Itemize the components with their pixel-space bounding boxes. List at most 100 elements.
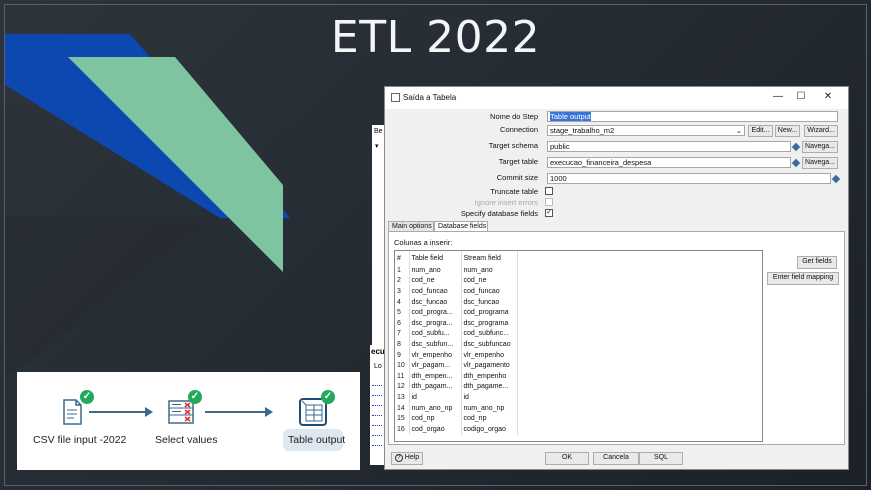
table-field-cell[interactable]: num_ano_np xyxy=(409,402,462,414)
stream-field-cell[interactable]: dth_empenho xyxy=(461,370,518,382)
transformation-flow: ✓ CSV file input -2022 ✓ Select values ✓… xyxy=(17,372,360,470)
target-table-value: execucao_financeira_despesa xyxy=(550,158,652,167)
ignore-errors-label: Ignore insert errors xyxy=(474,198,538,207)
browse-table-button[interactable]: Navega... xyxy=(802,157,838,169)
row-number: 11 xyxy=(395,370,410,382)
table-row[interactable]: 2 cod_ne cod_ne xyxy=(395,275,518,287)
stream-field-cell[interactable]: vlr_empenho xyxy=(461,349,518,361)
row-number: 1 xyxy=(395,265,410,276)
table-row[interactable]: 3 cod_funcao cod_funcao xyxy=(395,286,518,297)
table-field-cell[interactable]: vlr_empenho xyxy=(409,349,462,361)
table-row[interactable]: 1 num_ano num_ano xyxy=(395,265,518,276)
ok-button[interactable]: OK xyxy=(545,452,589,465)
stream-field-cell[interactable]: dsc_subfuncao xyxy=(461,339,518,350)
table-field-cell[interactable]: dsc_funcao xyxy=(409,296,462,308)
help-button[interactable]: ? Help xyxy=(391,452,423,465)
table-row[interactable]: 14 num_ano_np num_ano_np xyxy=(395,402,518,414)
truncate-table-checkbox[interactable] xyxy=(545,187,553,195)
table-field-cell[interactable]: cod_orgao xyxy=(409,423,462,435)
stream-field-cell[interactable]: num_ano xyxy=(461,265,518,276)
table-row[interactable]: 13 id id xyxy=(395,392,518,403)
grid-header: Stream field xyxy=(461,251,518,265)
row-number: 14 xyxy=(395,402,410,414)
stream-field-cell[interactable]: cod_np xyxy=(461,413,518,424)
table-field-cell[interactable]: dth_pagam... xyxy=(409,381,462,393)
table-row[interactable]: 5 cod_progra... cod_programa xyxy=(395,307,518,318)
stream-field-cell[interactable]: id xyxy=(461,392,518,403)
target-schema-label: Target schema xyxy=(488,141,538,150)
stream-field-cell[interactable]: num_ano_np xyxy=(461,402,518,414)
table-row[interactable]: 12 dth_pagam... dth_pagame... xyxy=(395,381,518,393)
commit-size-value: 1000 xyxy=(550,174,567,183)
maximize-button[interactable]: ☐ xyxy=(791,90,811,104)
chevron-down-icon: ⌄ xyxy=(735,126,742,135)
target-schema-input[interactable]: public xyxy=(547,141,791,152)
stream-field-cell[interactable]: cod_funcao xyxy=(461,286,518,297)
specify-fields-checkbox[interactable]: ✓ xyxy=(545,209,553,217)
table-field-cell[interactable]: dth_empen... xyxy=(409,370,462,382)
table-row[interactable]: 9 vlr_empenho vlr_empenho xyxy=(395,349,518,361)
stream-field-cell[interactable]: dth_pagame... xyxy=(461,381,518,393)
table-field-cell[interactable]: cod_subfu... xyxy=(409,328,462,340)
new-connection-button[interactable]: New... xyxy=(775,125,800,137)
cancel-button[interactable]: Cancela xyxy=(593,452,639,465)
stream-field-cell[interactable]: cod_programa xyxy=(461,307,518,318)
success-check-icon: ✓ xyxy=(188,390,202,404)
connection-select[interactable]: stage_trabalho_m2 ⌄ xyxy=(547,125,745,136)
step-name-label: Nome do Step xyxy=(490,112,538,121)
table-row[interactable]: 15 cod_np cod_np xyxy=(395,413,518,424)
row-number: 7 xyxy=(395,328,410,340)
table-field-cell[interactable]: num_ano xyxy=(409,265,462,276)
table-field-cell[interactable]: cod_progra... xyxy=(409,307,462,318)
get-fields-button[interactable]: Get fields xyxy=(797,256,837,269)
table-row[interactable]: 6 dsc_progra... dsc_programa xyxy=(395,317,518,329)
table-field-cell[interactable]: vlr_pagam... xyxy=(409,360,462,371)
row-number: 12 xyxy=(395,381,410,393)
table-field-cell[interactable]: id xyxy=(409,392,462,403)
row-number: 8 xyxy=(395,339,410,350)
variable-icon xyxy=(791,142,801,152)
table-field-cell[interactable]: dsc_progra... xyxy=(409,317,462,329)
row-number: 9 xyxy=(395,349,410,361)
edit-connection-button[interactable]: Edit... xyxy=(748,125,773,137)
step-label: CSV file input -2022 xyxy=(33,434,127,446)
table-row[interactable]: 10 vlr_pagam... vlr_pagamento xyxy=(395,360,518,371)
row-number: 15 xyxy=(395,413,410,424)
ignore-errors-checkbox[interactable] xyxy=(545,198,553,206)
wizard-button[interactable]: Wizard... xyxy=(804,125,838,137)
table-row[interactable]: 7 cod_subfu... cod_subfunc... xyxy=(395,328,518,340)
table-field-cell[interactable]: cod_ne xyxy=(409,275,462,287)
columns-label: Colunas a inserir: xyxy=(394,238,453,247)
stream-field-cell[interactable]: dsc_programa xyxy=(461,317,518,329)
background-app-label: Be xyxy=(374,128,383,135)
dialog-titlebar[interactable]: Saída a Tabela — ☐ ✕ xyxy=(385,87,848,109)
stream-field-cell[interactable]: cod_subfunc... xyxy=(461,328,518,340)
background-app-label: ecu xyxy=(371,347,385,356)
commit-size-input[interactable]: 1000 xyxy=(547,173,831,184)
hop-arrow[interactable] xyxy=(89,407,153,417)
stream-field-cell[interactable]: cod_ne xyxy=(461,275,518,287)
table-field-cell[interactable]: cod_funcao xyxy=(409,286,462,297)
shadow-stripe xyxy=(4,217,220,380)
table-row[interactable]: 16 cod_orgao codigo_orgao xyxy=(395,423,518,435)
browse-schema-button[interactable]: Navega... xyxy=(802,141,838,153)
minimize-button[interactable]: — xyxy=(768,90,788,104)
close-button[interactable]: ✕ xyxy=(818,90,838,104)
stream-field-cell[interactable]: dsc_funcao xyxy=(461,296,518,308)
chevron-down-icon: ▾ xyxy=(375,143,379,150)
enter-field-mapping-button[interactable]: Enter field mapping xyxy=(767,272,839,285)
table-row[interactable]: 8 dsc_subfun... dsc_subfuncao xyxy=(395,339,518,350)
target-table-input[interactable]: execucao_financeira_despesa xyxy=(547,157,791,168)
log-line xyxy=(372,445,382,450)
stream-field-cell[interactable]: codigo_orgao xyxy=(461,423,518,435)
stream-field-cell[interactable]: vlr_pagamento xyxy=(461,360,518,371)
sql-button[interactable]: SQL xyxy=(639,452,683,465)
hop-arrow[interactable] xyxy=(205,407,273,417)
table-row[interactable]: 4 dsc_funcao dsc_funcao xyxy=(395,296,518,308)
table-field-cell[interactable]: cod_np xyxy=(409,413,462,424)
step-name-input[interactable]: Table output xyxy=(547,111,838,122)
table-field-cell[interactable]: dsc_subfun... xyxy=(409,339,462,350)
success-check-icon: ✓ xyxy=(80,390,94,404)
row-number: 10 xyxy=(395,360,410,371)
table-row[interactable]: 11 dth_empen... dth_empenho xyxy=(395,370,518,382)
